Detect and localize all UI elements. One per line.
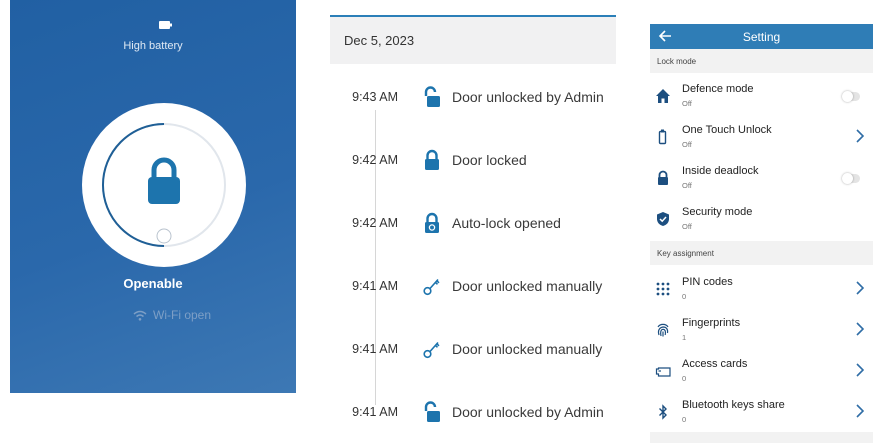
padlock-closed-icon <box>148 157 180 204</box>
history-event[interactable]: 9:43 AM Door unlocked by Admin <box>330 85 620 109</box>
setting-label: Bluetooth keys share <box>682 399 785 411</box>
lock-status-panel: High battery Openable Wi-Fi open <box>10 0 296 393</box>
event-time: 9:41 AM <box>352 342 398 356</box>
setting-row-security-mode[interactable]: Security mode Off <box>650 199 873 239</box>
setting-value: Off <box>682 140 692 149</box>
home-icon <box>656 89 670 103</box>
setting-row-pin-codes[interactable]: PIN codes 0 <box>650 269 873 309</box>
setting-label: Fingerprints <box>682 317 741 329</box>
lock-dial[interactable] <box>82 103 246 267</box>
setting-row-defence-mode[interactable]: Defence mode Off <box>650 76 873 116</box>
wifi-status-text: Wi-Fi open <box>153 308 212 322</box>
setting-row-access-cards[interactable]: Access cards 0 <box>650 351 873 391</box>
history-event[interactable]: 9:42 AM Door locked <box>330 148 620 172</box>
event-time: 9:41 AM <box>352 405 398 419</box>
padlock-open-icon <box>421 86 443 108</box>
history-date: Dec 5, 2023 <box>344 33 415 48</box>
chevron-right-icon <box>856 404 864 418</box>
defence-mode-toggle[interactable] <box>842 91 860 102</box>
wifi-status: Wi-Fi open <box>133 307 211 323</box>
chevron-right-icon <box>856 363 864 377</box>
key-icon <box>421 275 443 297</box>
event-time: 9:42 AM <box>352 216 398 230</box>
wifi-icon <box>133 310 147 321</box>
padlock-closed-icon <box>421 149 443 171</box>
setting-label: Security mode <box>682 206 753 218</box>
event-time: 9:42 AM <box>352 153 398 167</box>
history-event[interactable]: 9:41 AM Door unlocked manually <box>330 337 620 361</box>
lock-state-text: Openable <box>123 276 183 291</box>
dial-handle[interactable] <box>156 228 172 244</box>
setting-value: 0 <box>682 374 687 383</box>
setting-row-one-touch-unlock[interactable]: One Touch Unlock Off <box>650 117 873 157</box>
event-description: Auto-lock opened <box>452 215 561 231</box>
fingerprint-icon <box>657 323 669 337</box>
section-header-lock-mode: Lock mode <box>650 49 873 73</box>
battery-status-text: High battery <box>123 40 183 52</box>
setting-row-fingerprints[interactable]: Fingerprints 1 <box>650 310 873 350</box>
battery-icon <box>159 21 172 29</box>
setting-value: Off <box>682 222 692 231</box>
event-description: Door unlocked by Admin <box>452 89 604 105</box>
section-label: Lock mode <box>657 56 697 66</box>
date-header: Dec 5, 2023 <box>330 17 616 64</box>
padlock-auto-icon <box>421 212 443 234</box>
setting-label: Access cards <box>682 358 748 370</box>
section-header-key-assignment: Key assignment <box>650 241 873 265</box>
setting-value: Off <box>682 181 692 190</box>
history-event[interactable]: 9:41 AM Door unlocked by Admin <box>330 400 620 424</box>
setting-value: Off <box>682 99 692 108</box>
inside-deadlock-toggle[interactable] <box>842 173 860 184</box>
setting-row-bluetooth-keys-share[interactable]: Bluetooth keys share 0 <box>650 392 873 432</box>
settings-title: Setting <box>742 30 781 44</box>
bottom-divider <box>650 432 873 443</box>
setting-label: PIN codes <box>682 276 733 288</box>
chevron-right-icon <box>856 281 864 295</box>
setting-row-inside-deadlock[interactable]: Inside deadlock Off <box>650 158 873 198</box>
chevron-right-icon <box>856 129 864 143</box>
setting-label: Defence mode <box>682 83 754 95</box>
setting-value: 0 <box>682 292 687 301</box>
event-time: 9:41 AM <box>352 279 398 293</box>
settings-panel: Setting Lock mode Defence mode Off One T… <box>650 24 873 443</box>
event-description: Door unlocked manually <box>452 341 603 357</box>
section-label: Key assignment <box>657 248 714 258</box>
event-description: Door unlocked manually <box>452 278 603 294</box>
shield-check-icon <box>657 212 669 226</box>
setting-label: Inside deadlock <box>682 165 759 177</box>
padlock-open-icon <box>421 401 443 423</box>
chevron-right-icon <box>856 322 864 336</box>
access-card-icon <box>655 367 671 377</box>
event-description: Door locked <box>452 152 527 168</box>
setting-label: One Touch Unlock <box>682 124 772 136</box>
padlock-closed-icon <box>658 170 668 185</box>
history-event[interactable]: 9:41 AM Door unlocked manually <box>330 274 620 298</box>
event-description: Door unlocked by Admin <box>452 404 604 420</box>
setting-value: 0 <box>682 415 687 424</box>
bluetooth-icon <box>659 404 667 420</box>
event-time: 9:43 AM <box>352 90 398 104</box>
settings-header: Setting <box>650 24 873 49</box>
setting-value: 1 <box>682 333 687 342</box>
keypad-icon <box>656 282 670 296</box>
phone-touch-icon <box>658 129 667 145</box>
history-panel: Dec 5, 2023 9:43 AM Door unlocked by Adm… <box>330 0 620 443</box>
history-event[interactable]: 9:42 AM Auto-lock opened <box>330 211 620 235</box>
key-icon <box>421 338 443 360</box>
